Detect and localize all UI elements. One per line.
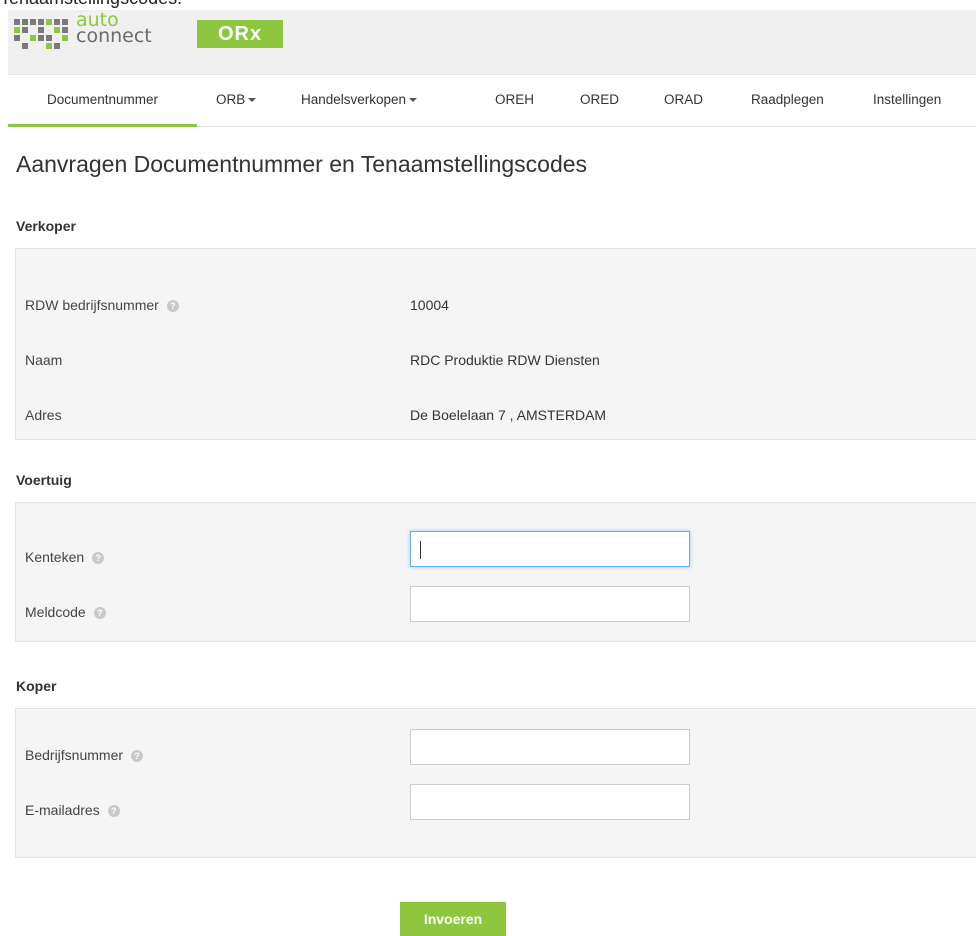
bedrijfsnummer-input[interactable]	[410, 729, 690, 765]
app-frame: auto connect ORx Documentnummer ORB Hand…	[8, 10, 976, 936]
caret-down-icon	[409, 98, 418, 103]
kenteken-label: Kenteken?	[25, 549, 105, 565]
section-title-verkoper: Verkoper	[16, 218, 76, 234]
nav-label: Instellingen	[873, 92, 942, 107]
naam-value: RDC Produktie RDW Diensten	[410, 352, 600, 368]
section-title-voertuig: Voertuig	[16, 472, 72, 488]
bedrijfsnummer-label: Bedrijfsnummer?	[25, 747, 144, 763]
label-text: RDW bedrijfsnummer	[25, 297, 159, 313]
nav-item-instellingen[interactable]: Instellingen	[873, 80, 941, 124]
text-cursor	[420, 541, 421, 559]
product-badge: ORx	[197, 20, 283, 48]
meldcode-label: Meldcode?	[25, 604, 106, 620]
verkoper-panel: RDW bedrijfsnummer? 10004 Naam RDC Produ…	[15, 248, 976, 440]
logo-word-bottom: connect	[76, 25, 152, 47]
email-label: E-mailadres?	[25, 802, 120, 818]
help-icon[interactable]: ?	[131, 750, 144, 763]
nav-item-raadplegen[interactable]: Raadplegen	[751, 80, 824, 124]
nav-label: Documentnummer	[46, 92, 159, 107]
voertuig-panel: Kenteken? Meldcode?	[15, 502, 976, 642]
caret-down-icon	[248, 98, 257, 103]
help-icon[interactable]: ?	[92, 552, 105, 565]
nav-item-oreh[interactable]: OREH	[495, 80, 534, 124]
help-icon[interactable]: ?	[107, 805, 120, 818]
nav-label: ORB	[216, 92, 246, 107]
nav-label: OREH	[495, 92, 535, 107]
rdw-bedrijfsnummer-label: RDW bedrijfsnummer?	[25, 297, 179, 313]
kenteken-input[interactable]	[410, 531, 690, 567]
email-input[interactable]	[410, 784, 690, 820]
koper-panel: Bedrijfsnummer? E-mailadres?	[15, 708, 976, 858]
header-bar: auto connect ORx	[8, 10, 976, 75]
nav-item-ored[interactable]: ORED	[580, 80, 619, 124]
label-text: E-mailadres	[25, 802, 100, 818]
label-text: Meldcode	[25, 604, 86, 620]
page-title: Aanvragen Documentnummer en Tenaamstelli…	[16, 151, 588, 177]
nav-label: Raadplegen	[751, 92, 824, 107]
rdw-bedrijfsnummer-value: 10004	[410, 297, 449, 313]
invoeren-button[interactable]: Invoeren	[400, 902, 506, 936]
nav-item-orb[interactable]: ORB	[216, 80, 257, 124]
help-icon[interactable]: ?	[166, 300, 179, 313]
logo-wordmark: auto connect	[76, 11, 152, 47]
adres-label: Adres	[25, 407, 62, 423]
nav-label: ORED	[580, 92, 620, 107]
naam-label: Naam	[25, 352, 63, 368]
meldcode-input[interactable]	[410, 586, 690, 622]
nav-label: ORAD	[664, 92, 704, 107]
help-icon[interactable]: ?	[93, 607, 106, 620]
nav-label: Handelsverkopen	[301, 92, 407, 107]
logo-grid-icon	[14, 19, 70, 49]
adres-value: De Boelelaan 7 , AMSTERDAM	[410, 407, 607, 423]
section-title-koper: Koper	[16, 678, 57, 694]
label-text: Kenteken	[25, 549, 85, 565]
main-nav: Documentnummer ORB Handelsverkopen OREH …	[8, 80, 976, 127]
nav-item-documentnummer[interactable]: Documentnummer	[8, 80, 197, 127]
nav-item-handelsverkopen[interactable]: Handelsverkopen	[301, 80, 418, 124]
nav-item-orad[interactable]: ORAD	[664, 80, 703, 124]
label-text: Bedrijfsnummer	[25, 747, 124, 763]
